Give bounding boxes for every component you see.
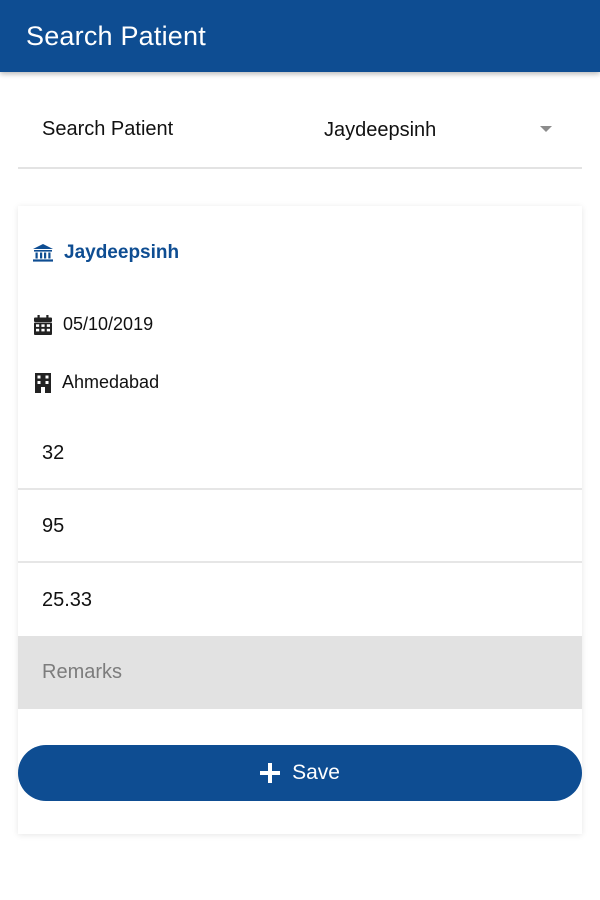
patient-card: Jaydeepsinh 05/10/2019 Ahmedabad 32 95 2… (18, 206, 582, 834)
patient-select[interactable]: Jaydeepsinh (218, 100, 582, 160)
calendar-icon (33, 314, 53, 335)
page-title: Search Patient (26, 20, 206, 51)
field-input-1[interactable]: 32 (18, 418, 582, 490)
save-button-label: Save (292, 761, 340, 784)
search-patient-row: Search Patient Jaydeepsinh (18, 92, 582, 169)
app-bar: Search Patient (0, 0, 600, 72)
search-patient-label: Search Patient (42, 118, 174, 140)
field-input-2[interactable]: 95 (18, 491, 582, 563)
building-icon (33, 372, 53, 393)
field-input-3[interactable]: 25.33 (18, 564, 582, 636)
patient-date-line: 05/10/2019 (33, 314, 153, 335)
save-button[interactable]: Save (18, 745, 582, 801)
patient-date: 05/10/2019 (63, 314, 154, 334)
plus-icon (260, 763, 281, 783)
dropdown-arrow-icon (540, 126, 552, 132)
patient-name: Jaydeepsinh (64, 242, 180, 263)
field-input-3-value: 25.33 (42, 588, 93, 611)
field-input-1-value: 32 (42, 441, 65, 464)
patient-name-line: Jaydeepsinh (33, 242, 179, 264)
patient-city-line: Ahmedabad (33, 372, 159, 393)
bank-icon (33, 243, 53, 263)
remarks-input[interactable] (18, 636, 582, 709)
patient-city: Ahmedabad (62, 372, 160, 392)
patient-select-value: Jaydeepsinh (324, 118, 437, 141)
field-input-2-value: 95 (42, 514, 65, 537)
